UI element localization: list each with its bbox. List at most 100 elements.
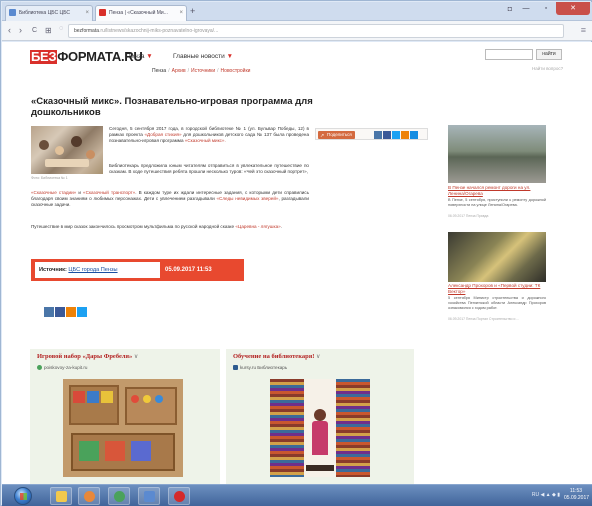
close-icon[interactable]: × <box>179 6 183 20</box>
site-icon <box>233 365 238 370</box>
address-bar[interactable]: bezformata.ru/listnews/skazochnij-miks-p… <box>68 24 564 38</box>
facebook-icon[interactable] <box>383 131 391 139</box>
close-window-button[interactable]: ✕ <box>556 2 590 15</box>
web-page: БЕЗФОРМАТА.RU Пенза ▼ Главные новости ▼ … <box>2 42 592 484</box>
address-domain: bezformata <box>74 28 100 34</box>
odnoklassniki-icon[interactable] <box>66 307 76 317</box>
window-controls: — ▫ ✕ <box>516 2 590 20</box>
article-photo[interactable] <box>31 126 103 174</box>
taskbar-explorer[interactable] <box>50 487 72 505</box>
subnav-archive[interactable]: Архив <box>172 68 186 74</box>
news-meta: 06.09.2017 Пенза Правда <box>448 214 489 218</box>
inline-link[interactable]: «Сказочные стадии» <box>31 190 76 195</box>
ad-domain: poiskovoy-za-kupit.ru <box>37 365 87 370</box>
start-button[interactable] <box>14 487 32 505</box>
navigation-bar: ‹ › C ⊞ ◌ bezformata.ru/listnews/skazoch… <box>2 21 592 41</box>
mailru-icon[interactable] <box>410 131 418 139</box>
twitter-icon[interactable] <box>392 131 400 139</box>
news-meta: 06.09.2017 Пенза Портал Строительство и … <box>448 317 520 321</box>
inline-link[interactable]: «Царевна - лягушка» <box>235 224 280 229</box>
share-button[interactable]: ↗ Поделиться <box>318 131 355 139</box>
subnav: Пенза / Архив / Источники / Новостройки <box>152 68 251 74</box>
main-news-menu[interactable]: Главные новости ▼ <box>173 53 233 60</box>
source-bar: Источник: ЦБС города Пензы 05.09.2017 11… <box>31 259 244 281</box>
speed-dial-button[interactable]: ⊞ <box>45 24 52 37</box>
browser-icon <box>114 491 125 502</box>
article-paragraph: Сегодня, 5 сентября 2017 года, в городск… <box>109 126 309 144</box>
news-image[interactable] <box>448 125 546 183</box>
forward-button[interactable]: › <box>19 24 22 37</box>
program-link[interactable]: «Сказочный микс». <box>185 138 226 143</box>
maximize-button[interactable]: ▫ <box>536 2 556 15</box>
tab-bezformata[interactable]: Пенза | «Сказочный Ми... × <box>95 5 187 21</box>
close-icon[interactable]: × <box>85 6 89 20</box>
ad-image[interactable] <box>63 379 183 477</box>
inline-link[interactable]: «Сказочный транспорт» <box>83 190 135 195</box>
article-paragraph: Путешествие в мир сказок закончилось про… <box>31 224 282 229</box>
source-link[interactable]: ЦБС города Пензы <box>68 267 117 273</box>
new-tab-button[interactable]: + <box>190 5 195 17</box>
tab-library[interactable]: Библиотека ЦБС ЦБС × <box>5 5 93 21</box>
system-tray[interactable]: RU ◀ ▲ ◆ ▮ <box>532 492 560 498</box>
twitter-icon[interactable] <box>77 307 87 317</box>
folder-icon <box>56 491 67 502</box>
facebook-icon[interactable] <box>55 307 65 317</box>
ad-domain: kursy.ru Библиотекарь <box>233 365 287 370</box>
vk-icon[interactable] <box>44 307 54 317</box>
subnav-city[interactable]: Пенза <box>152 68 166 74</box>
window-icon <box>144 491 155 502</box>
search-button[interactable]: найти <box>536 49 562 60</box>
ad-title[interactable]: Игровой набор «Дары Фребеля» ∨ <box>37 353 138 360</box>
ad-block[interactable]: Игровой набор «Дары Фребеля» ∨ poiskovoy… <box>30 349 220 484</box>
project-link[interactable]: «Добрая стихия» <box>144 132 181 137</box>
social-buttons <box>44 307 87 317</box>
clock[interactable]: 11:53 05.09.2017 <box>564 488 589 502</box>
minimize-button[interactable]: — <box>516 2 536 15</box>
favicon-icon <box>9 9 16 16</box>
source-datetime: 05.09.2017 11:53 <box>165 267 212 273</box>
taskbar: RU ◀ ▲ ◆ ▮ 11:53 05.09.2017 <box>2 484 592 506</box>
site-icon <box>37 365 42 370</box>
vk-icon[interactable] <box>374 131 382 139</box>
taskbar-media[interactable] <box>78 487 100 505</box>
source-label: Источник: <box>39 267 67 273</box>
odnoklassniki-icon[interactable] <box>401 131 409 139</box>
article-paragraph: «Сказочные стадии» и «Сказочный транспор… <box>31 190 309 208</box>
article-paragraph: Библиотекарь предложила юным читателям о… <box>109 163 309 175</box>
news-summary: 5 сентября Министр строительства и дорож… <box>448 296 546 310</box>
subnav-newbuildings[interactable]: Новостройки <box>221 68 251 74</box>
ad-title[interactable]: Обучение на библиотекаря! ∨ <box>233 353 320 360</box>
favicon-icon <box>99 9 106 16</box>
chevron-down-icon: ∨ <box>316 354 321 360</box>
ad-image[interactable] <box>270 379 370 477</box>
ad-block[interactable]: Обучение на библиотекаря! ∨ kursy.ru Биб… <box>226 349 414 484</box>
share-widget: ↗ Поделиться <box>315 128 428 140</box>
site-info-icon[interactable]: ◌ <box>59 25 63 32</box>
menu-icon[interactable]: ≡ <box>581 24 586 37</box>
advanced-search-link[interactable]: Найти вопрос? <box>532 66 563 71</box>
opera-icon <box>174 491 185 502</box>
inline-link[interactable]: «Следы невидимых зверей» <box>217 196 279 201</box>
chevron-down-icon: ∨ <box>133 354 139 360</box>
share-icons <box>374 131 418 139</box>
news-title[interactable]: В Пензе начался ремонт дороги на ул. Лен… <box>448 185 546 196</box>
subnav-sources[interactable]: Источники <box>191 68 215 74</box>
media-player-icon <box>84 491 95 502</box>
city-selector[interactable]: Пенза ▼ <box>126 53 153 60</box>
taskbar-app[interactable] <box>138 487 160 505</box>
tab-bar: Библиотека ЦБС ЦБС × Пенза | «Сказочный … <box>2 2 592 21</box>
user-icon[interactable]: ◘ <box>508 6 512 13</box>
news-title[interactable]: Александр Прохоров и «Первой студии: ТК … <box>448 283 546 294</box>
tab-label: Библиотека ЦБС ЦБС <box>19 10 71 16</box>
reload-button[interactable]: C <box>32 24 37 37</box>
back-button[interactable]: ‹ <box>8 24 11 37</box>
news-summary: В Пензе, 5 сентября, приступили к ремонт… <box>448 198 546 207</box>
taskbar-opera[interactable] <box>168 487 190 505</box>
browser-window: Библиотека ЦБС ЦБС × Пенза | «Сказочный … <box>0 0 592 506</box>
chevron-down-icon: ▼ <box>226 53 234 60</box>
photo-caption: Фото: Библиотека № 1 <box>31 176 68 180</box>
article-title: «Сказочный микс». Познавательно-игровая … <box>31 96 313 118</box>
news-image[interactable] <box>448 232 546 282</box>
search-input[interactable] <box>485 49 533 60</box>
taskbar-chrome[interactable] <box>108 487 130 505</box>
